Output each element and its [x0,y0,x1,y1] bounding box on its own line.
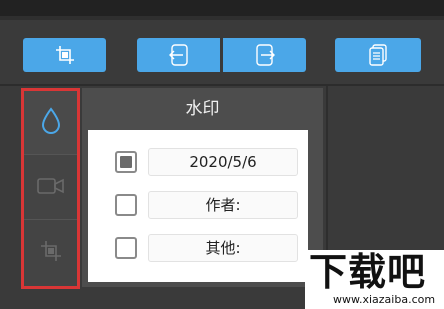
crop-button[interactable] [23,38,106,72]
other-field[interactable]: 其他: [148,234,298,262]
window-top-bar [0,0,444,16]
watermark-row-author: 作者: [88,188,308,228]
watermark-options: 2020/5/6 作者: 其他: [88,130,308,282]
author-checkbox[interactable] [115,194,137,216]
watermark-row-date: 2020/5/6 [88,145,308,185]
logo-url: www.xiazaiba.com [333,293,436,306]
author-field[interactable]: 作者: [148,191,298,219]
sidebar-item-video[interactable] [24,156,77,220]
date-field[interactable]: 2020/5/6 [148,148,298,176]
sidebar [21,88,80,289]
crop-frame-icon [40,240,62,266]
pages-button[interactable] [335,38,421,72]
sidebar-item-watermark[interactable] [24,91,77,155]
crop-icon [55,45,75,65]
other-checkbox[interactable] [115,237,137,259]
watermark-title: 水印 [185,99,220,119]
site-watermark-logo: 下载吧 www.xiazaiba.com [305,250,444,309]
date-checkbox[interactable] [115,151,137,173]
drop-icon [40,106,62,139]
logo-text: 下载吧 [309,250,427,294]
video-camera-icon [36,176,65,200]
toolbar [0,20,444,86]
watermark-row-other: 其他: [88,231,308,271]
previous-button[interactable] [137,38,220,72]
pages-icon [368,44,388,66]
sidebar-item-crop[interactable] [24,221,77,285]
arrow-right-box-icon [255,44,275,66]
arrow-left-box-icon [168,44,189,66]
next-button[interactable] [223,38,306,72]
